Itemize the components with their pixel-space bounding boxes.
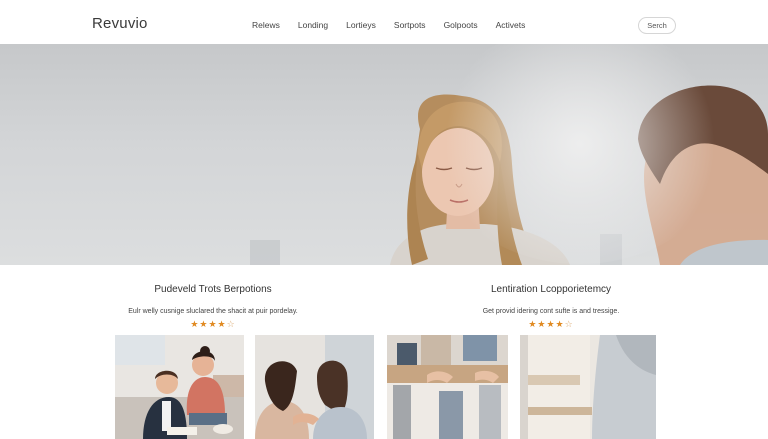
feature-title: Pudeveld Trots Berpotions [154,284,272,295]
feature-description: Eulr welly cusnige sluclared the shacit … [128,308,298,315]
feature-title: Lentiration Lcopporietemcy [490,284,612,295]
nav-link-lortieys[interactable]: Lortieys [346,20,376,30]
nav-link-londing[interactable]: Londing [298,20,328,30]
star-empty-icon: ☆ [564,319,574,329]
star-rating: ★★★★☆ [100,319,326,330]
star-full-icons: ★★★★ [528,319,565,329]
star-rating: ★★★★☆ [440,319,662,330]
feature-column-left: Pudeveld Trots Berpotions Eulr welly cus… [100,284,326,330]
thumbnail-office-desk[interactable] [520,335,656,439]
nav-link-golpoots[interactable]: Golpoots [444,20,478,30]
star-empty-icon: ☆ [226,319,236,329]
thumbnail-couple-on-sofa[interactable] [115,335,244,439]
nav-link-sortpots[interactable]: Sortpots [394,20,426,30]
search-button[interactable]: Serch [638,17,676,34]
main-nav: Relews Londing Lortieys Sortpots Golpoot… [252,20,543,30]
nav-link-reviews[interactable]: Relews [252,20,280,30]
brand-logo[interactable]: Revuvio [92,15,148,32]
star-full-icons: ★★★★ [190,319,227,329]
feature-column-right: Lentiration Lcopporietemcy Get provid id… [440,284,662,330]
nav-link-activets[interactable]: Activets [496,20,526,30]
hero-image [0,44,768,265]
feature-description: Get provid idering cont sufte is and tre… [482,308,620,315]
top-navigation-bar: Revuvio Relews Londing Lortieys Sortpots… [0,0,768,44]
thumbnail-women-talking[interactable] [255,335,374,439]
thumbnail-people-at-table[interactable] [387,335,508,439]
